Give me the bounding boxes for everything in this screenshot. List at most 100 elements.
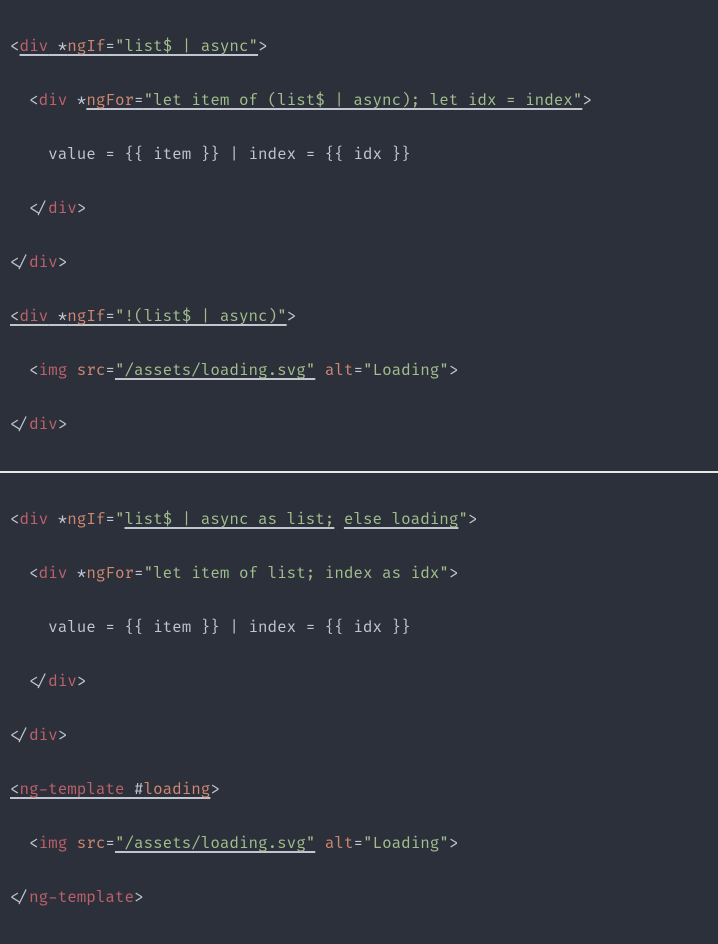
punct: </ (10, 253, 29, 272)
code-line: <img src="/assets/loading.svg" alt="Load… (10, 357, 708, 384)
punct: </ (29, 199, 48, 218)
string: "!(list$ | async)" (115, 307, 287, 326)
tag-div: div (48, 199, 77, 218)
indent (10, 672, 29, 691)
string (334, 510, 344, 529)
indent (10, 834, 29, 853)
code-line: <ng-template #loading> (10, 776, 708, 803)
punct: > (582, 91, 592, 110)
punct: < (29, 834, 39, 853)
punct: = (105, 834, 115, 853)
attr-alt: alt (325, 361, 354, 380)
string: else loading (344, 510, 458, 529)
attr-ngfor: ngFor (86, 564, 134, 583)
punct: > (77, 672, 87, 691)
indent (10, 618, 48, 637)
tag-div: div (29, 726, 58, 745)
attr-src: src (77, 361, 106, 380)
string: "Loading" (363, 834, 449, 853)
template-ref-loading: loading (144, 780, 211, 799)
punct: > (449, 361, 459, 380)
attr-src: src (77, 834, 106, 853)
punct: = (353, 361, 363, 380)
tag-img: img (39, 361, 68, 380)
code-line: <div *ngIf="list$ | async"> (10, 33, 708, 60)
indent (10, 145, 48, 164)
punct: > (449, 564, 459, 583)
string: list$ | async as list; (125, 510, 335, 529)
tag-ng-template: ng-template (20, 780, 125, 799)
punct: = (134, 564, 144, 583)
code-line: </ng-template> (10, 884, 708, 911)
tag-div: div (20, 37, 49, 56)
punct: < (29, 91, 39, 110)
punct: = (105, 510, 115, 529)
code-line: </div> (10, 249, 708, 276)
punct: > (58, 726, 68, 745)
punct: > (449, 834, 459, 853)
punct (67, 834, 77, 853)
string: "let item of list; index as idx" (144, 564, 449, 583)
code-line: value = {{ item }} | index = {{ idx }} (10, 614, 708, 641)
punct: </ (29, 672, 48, 691)
code-line: <div *ngFor="let item of list; index as … (10, 560, 708, 587)
code-line: </div> (10, 668, 708, 695)
punct: < (29, 564, 39, 583)
indent (10, 199, 29, 218)
punct (67, 361, 77, 380)
punct: = (105, 361, 115, 380)
punct: * (67, 91, 86, 110)
punct: > (58, 415, 68, 434)
string: " (458, 510, 468, 529)
string: "/assets/loading.svg" (115, 361, 315, 380)
string: "/assets/loading.svg" (115, 834, 315, 853)
indent (10, 361, 29, 380)
code-line: </div> (10, 722, 708, 749)
attr-ngif: ngIf (67, 307, 105, 326)
punct: = (105, 37, 115, 56)
text: value = {{ item }} | index = {{ idx }} (48, 145, 410, 164)
attr-ngfor: ngFor (86, 91, 134, 110)
punct: </ (10, 888, 29, 907)
punct: < (10, 510, 20, 529)
code-line: value = {{ item }} | index = {{ idx }} (10, 141, 708, 168)
punct: = (134, 91, 144, 110)
punct: < (10, 780, 20, 799)
tag-div: div (29, 415, 58, 434)
string: "list$ | async" (115, 37, 258, 56)
punct: = (353, 834, 363, 853)
punct: < (10, 37, 20, 56)
code-line: <img src="/assets/loading.svg" alt="Load… (10, 830, 708, 857)
punct (315, 361, 325, 380)
tag-div: div (29, 253, 58, 272)
punct: </ (10, 726, 29, 745)
string: "Loading" (363, 361, 449, 380)
attr-ngif: ngIf (67, 510, 105, 529)
tag-div: div (48, 672, 77, 691)
code-block-top: <div *ngIf="list$ | async"> <div *ngFor=… (0, 0, 718, 471)
punct: > (210, 780, 220, 799)
tag-div: div (39, 564, 68, 583)
punct: = (105, 307, 115, 326)
code-line: </div> (10, 195, 708, 222)
punct: * (67, 564, 86, 583)
punct: > (134, 888, 144, 907)
code-block-bottom: <div *ngIf="list$ | async as list; else … (0, 473, 718, 944)
punct: > (77, 199, 87, 218)
punct: * (48, 37, 67, 56)
code-line: </div> (10, 411, 708, 438)
code-line: <div *ngIf="list$ | async as list; else … (10, 506, 708, 533)
code-line: <div *ngFor="let item of (list$ | async)… (10, 87, 708, 114)
punct: > (58, 253, 68, 272)
punct: > (258, 37, 268, 56)
tag-ng-template: ng-template (29, 888, 134, 907)
punct: > (468, 510, 478, 529)
string: " (115, 510, 125, 529)
punct: > (287, 307, 297, 326)
tag-div: div (20, 307, 49, 326)
tag-div: div (39, 91, 68, 110)
text: value = {{ item }} | index = {{ idx }} (48, 618, 410, 637)
code-line: <div *ngIf="!(list$ | async)"> (10, 303, 708, 330)
punct: * (48, 307, 67, 326)
tag-img: img (39, 834, 68, 853)
